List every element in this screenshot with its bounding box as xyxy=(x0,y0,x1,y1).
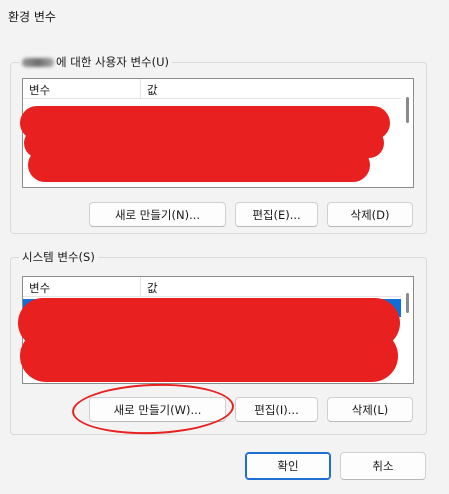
system-new-button[interactable]: 새로 만들기(W)... xyxy=(89,397,226,422)
user-edit-button[interactable]: 편집(E)... xyxy=(235,202,318,227)
user-list-scroll-thumb[interactable] xyxy=(406,97,409,123)
user-list-header: 변수 값 xyxy=(23,79,401,99)
user-variables-legend-text: 에 대한 사용자 변수(U) xyxy=(56,55,169,69)
column-header-variable[interactable]: 변수 xyxy=(23,277,141,297)
dialog-title: 환경 변수 xyxy=(8,10,56,24)
system-list-scroll-thumb[interactable] xyxy=(406,293,409,313)
column-header-variable[interactable]: 변수 xyxy=(23,79,141,99)
system-list-scrollbar[interactable] xyxy=(401,277,413,383)
ok-button[interactable]: 확인 xyxy=(245,452,331,480)
system-variables-legend: 시스템 변수(S) xyxy=(19,249,98,265)
system-list-header: 변수 값 xyxy=(23,277,401,297)
user-variables-legend: 에 대한 사용자 변수(U) xyxy=(19,54,172,70)
system-edit-button[interactable]: 편집(I)... xyxy=(235,397,318,422)
user-new-button[interactable]: 새로 만들기(N)... xyxy=(89,202,226,227)
user-list-scrollbar[interactable] xyxy=(401,79,413,187)
redaction-system-2 xyxy=(20,330,398,382)
blurred-username xyxy=(22,57,54,67)
redaction-user-3 xyxy=(28,148,370,182)
cancel-button[interactable]: 취소 xyxy=(340,452,426,480)
column-header-value[interactable]: 값 xyxy=(141,277,164,297)
user-delete-button[interactable]: 삭제(D) xyxy=(327,202,413,227)
column-header-value[interactable]: 값 xyxy=(141,79,164,99)
system-delete-button[interactable]: 삭제(L) xyxy=(327,397,413,422)
